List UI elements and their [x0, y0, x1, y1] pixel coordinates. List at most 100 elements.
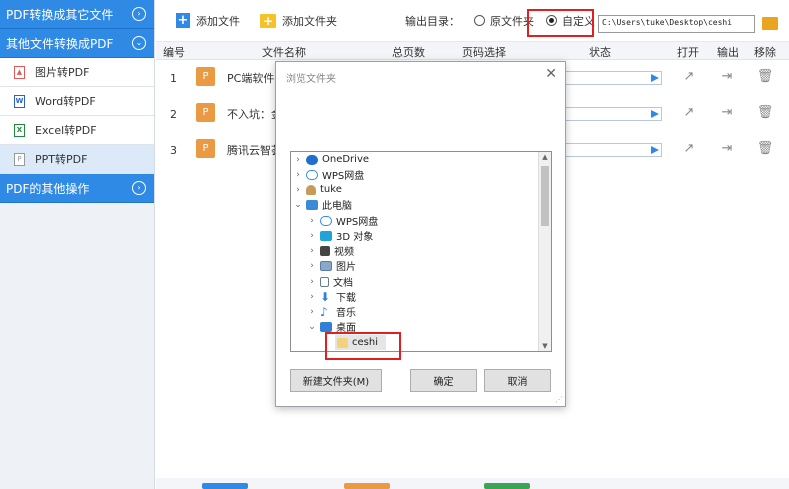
download-icon: ⬇ [320, 289, 331, 304]
scroll-down-icon[interactable]: ▼ [539, 342, 551, 350]
chevron-right-icon: › [310, 306, 314, 317]
tree-item-wps-cloud-pc[interactable]: › WPS网盘 [291, 213, 378, 228]
sidebar-item-label: 图片转PDF [35, 66, 90, 79]
add-folder-icon: + [260, 13, 276, 28]
output-icon[interactable]: ⇥ [719, 140, 735, 156]
new-folder-button[interactable]: 新建文件夹(M) [290, 369, 382, 392]
col-output: 输出 [717, 46, 739, 59]
open-icon[interactable]: ↗ [681, 104, 697, 120]
col-name: 文件名称 [262, 46, 306, 59]
sidebar-item-label: Word转PDF [35, 95, 96, 108]
tree-item-label: 此电脑 [322, 201, 352, 212]
add-file-label: 添加文件 [196, 14, 240, 28]
folder-tree[interactable]: › OneDrive › WPS网盘 › tuke ⌄ 此电脑 › WPS网盘 … [290, 151, 552, 352]
trash-icon[interactable]: 🗑 [757, 68, 774, 84]
scroll-up-icon[interactable]: ▲ [539, 153, 551, 161]
ppt-file-icon: P [196, 139, 215, 158]
sidebar-item-image-to-pdf[interactable]: ▲ 图片转PDF [0, 58, 154, 87]
cloud-icon [306, 154, 318, 165]
row-num: 2 [170, 108, 177, 121]
sidebar-section-pdf-other-ops[interactable]: PDF的其他操作 › [0, 174, 154, 203]
tree-item-wps-cloud[interactable]: › WPS网盘 [291, 167, 364, 182]
sidebar-item-excel-to-pdf[interactable]: X Excel转PDF [0, 116, 154, 145]
tree-item-documents[interactable]: › 文档 [291, 274, 353, 289]
tree-item-3d-objects[interactable]: › 3D 对象 [291, 228, 373, 243]
cube-icon [320, 230, 332, 241]
bottom-button-green[interactable] [484, 483, 530, 489]
open-icon[interactable]: ↗ [681, 140, 697, 156]
document-icon [320, 276, 329, 287]
browse-folder-icon[interactable] [762, 17, 778, 30]
tree-item-videos[interactable]: › 视频 [291, 243, 354, 258]
play-icon [651, 146, 659, 154]
chevron-down-circle-icon: ⌄ [132, 36, 146, 50]
tree-item-user[interactable]: › tuke [291, 182, 342, 197]
music-icon: ♪ [320, 304, 328, 319]
sidebar-section-other-to-pdf[interactable]: 其他文件转换成PDF ⌄ [0, 29, 154, 58]
trash-icon[interactable]: 🗑 [757, 104, 774, 120]
tree-item-music[interactable]: › ♪ 音乐 [291, 304, 356, 320]
status-bar[interactable] [556, 71, 662, 85]
sidebar-section-pdf-to-other[interactable]: PDF转换成其它文件 › [0, 0, 154, 29]
tree-item-label: 下载 [336, 293, 356, 304]
tree-item-this-pc[interactable]: ⌄ 此电脑 [291, 197, 352, 212]
chevron-right-circle-icon: › [132, 181, 146, 195]
tree-item-label: 音乐 [336, 308, 356, 319]
chevron-down-icon: ⌄ [294, 199, 302, 210]
tree-item-label: tuke [320, 184, 342, 195]
status-bar[interactable] [556, 107, 662, 121]
chevron-right-icon: › [310, 291, 314, 302]
tree-item-label: 文档 [333, 278, 353, 289]
chevron-right-icon: › [296, 154, 300, 165]
excel-file-icon: X [14, 123, 25, 137]
sidebar-section-label: PDF转换成其它文件 [6, 7, 114, 22]
col-range: 页码选择 [462, 46, 506, 59]
add-folder-button[interactable]: + 添加文件夹 [260, 13, 337, 29]
highlight-box-ceshi [325, 332, 401, 360]
add-folder-label: 添加文件夹 [282, 14, 337, 28]
computer-icon [306, 199, 318, 210]
user-icon [306, 184, 316, 195]
open-icon[interactable]: ↗ [681, 68, 697, 84]
tree-item-label: 3D 对象 [336, 232, 374, 243]
browse-folder-dialog: 浏览文件夹 ✕ › OneDrive › WPS网盘 › tuke ⌄ 此电脑 … [275, 61, 566, 407]
close-icon[interactable]: ✕ [545, 66, 557, 82]
tree-scrollbar[interactable]: ▲ ▼ [538, 152, 551, 351]
radio-dot [474, 15, 485, 26]
tree-item-label: WPS网盘 [336, 217, 379, 228]
word-file-icon: W [14, 94, 25, 108]
chevron-right-circle-icon: › [132, 7, 146, 21]
output-icon[interactable]: ⇥ [719, 68, 735, 84]
video-icon [320, 245, 330, 256]
chevron-right-icon: › [310, 230, 314, 241]
tree-item-label: 视频 [334, 247, 354, 258]
cloud-outline-icon [306, 169, 318, 180]
cancel-button[interactable]: 取消 [484, 369, 551, 392]
ppt-file-icon: P [196, 67, 215, 86]
add-file-button[interactable]: + 添加文件 [176, 13, 240, 29]
table-header: 编号 文件名称 总页数 页码选择 状态 打开 输出 移除 [156, 42, 789, 60]
scroll-thumb[interactable] [541, 166, 549, 226]
col-pages: 总页数 [392, 46, 425, 59]
tree-item-downloads[interactable]: › ⬇ 下载 [291, 289, 356, 305]
chevron-right-icon: › [296, 169, 300, 180]
bottom-button-orange[interactable] [344, 483, 390, 489]
file-name: PC端软件 [227, 72, 275, 85]
tree-item-label: 图片 [336, 262, 356, 273]
col-open: 打开 [677, 46, 699, 59]
resize-grip-icon[interactable]: ⋰ [555, 395, 563, 404]
output-path-input[interactable]: C:\Users\tuke\Desktop\ceshi [598, 15, 755, 33]
ok-button[interactable]: 确定 [410, 369, 477, 392]
trash-icon[interactable]: 🗑 [757, 140, 774, 156]
output-icon[interactable]: ⇥ [719, 104, 735, 120]
tree-item-label: OneDrive [322, 154, 370, 165]
picture-icon [320, 260, 332, 271]
status-bar[interactable] [556, 143, 662, 157]
image-file-icon: ▲ [14, 65, 25, 79]
tree-item-onedrive[interactable]: › OneDrive [291, 152, 369, 167]
tree-item-pictures[interactable]: › 图片 [291, 258, 356, 273]
radio-original-folder[interactable]: 原文件夹 [474, 13, 534, 29]
bottom-button-blue[interactable] [202, 483, 248, 489]
sidebar-item-word-to-pdf[interactable]: W Word转PDF [0, 87, 154, 116]
sidebar-item-ppt-to-pdf[interactable]: P PPT转PDF [0, 145, 154, 174]
